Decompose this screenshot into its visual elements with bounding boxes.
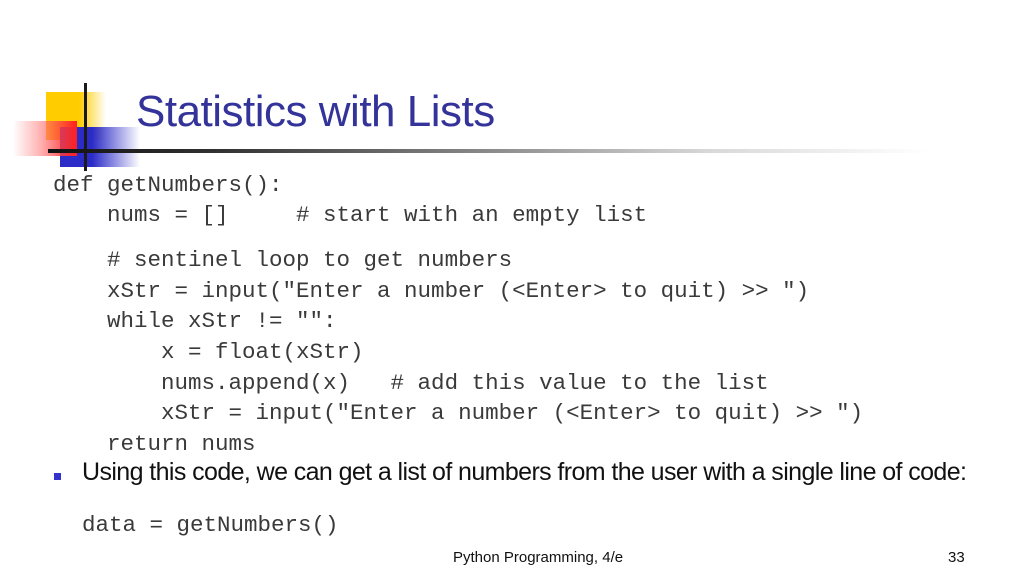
code-line: def getNumbers(): — [53, 172, 283, 198]
code-line: xStr = input("Enter a number (<Enter> to… — [53, 278, 810, 304]
slide-title: Statistics with Lists — [136, 87, 495, 136]
code-line: # sentinel loop to get numbers — [53, 247, 513, 273]
code-line: xStr = input("Enter a number (<Enter> to… — [53, 400, 864, 426]
bullet-text: Using this code, we can get a list of nu… — [82, 458, 967, 486]
code-line: while xStr != "": — [53, 308, 337, 334]
title-divider — [48, 149, 928, 153]
code-line: return nums — [53, 431, 256, 457]
code-line: nums.append(x) # add this value to the l… — [53, 370, 769, 396]
bullet-square-icon — [54, 473, 61, 480]
bullet-code: data = getNumbers() — [82, 512, 339, 538]
decoration-vertical-line — [84, 83, 87, 171]
footer-title: Python Programming, 4/e — [453, 549, 624, 566]
page-number: 33 — [948, 549, 965, 566]
code-line: x = float(xStr) — [53, 339, 364, 365]
code-line: nums = [] # start with an empty list — [53, 202, 648, 228]
